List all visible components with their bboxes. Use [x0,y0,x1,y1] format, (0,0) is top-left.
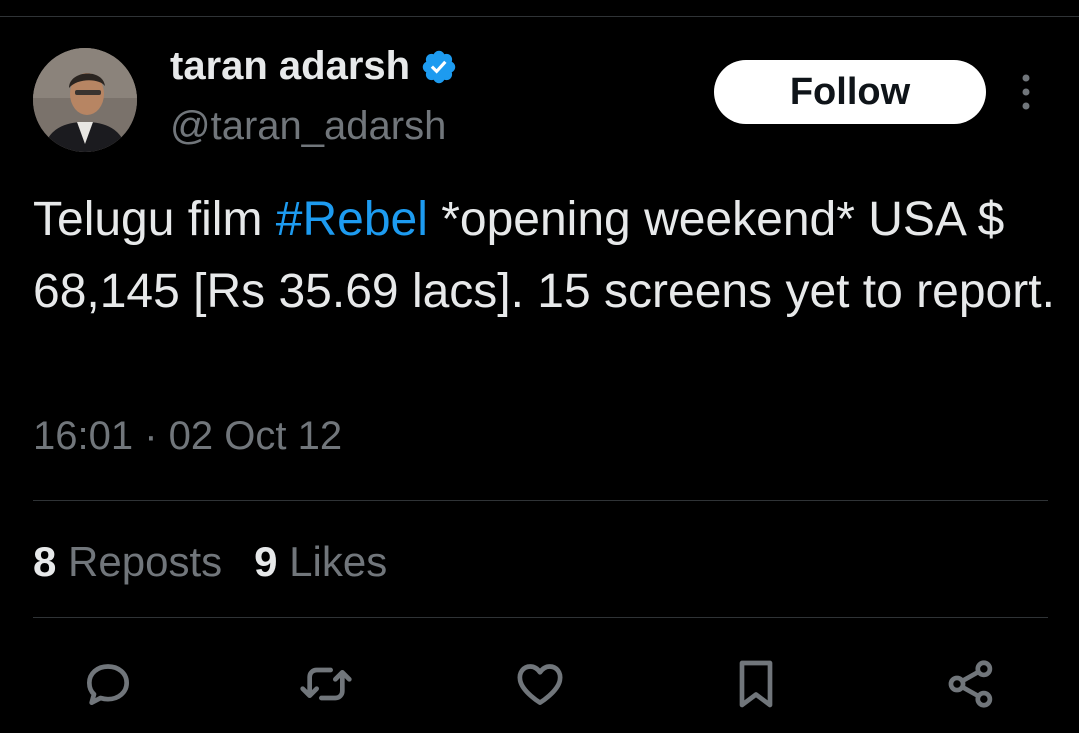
stats-divider-top [33,500,1048,501]
follow-button[interactable]: Follow [714,60,986,124]
tweet-text: Telugu film #Rebel *opening weekend* USA… [33,184,1063,328]
more-options-button[interactable] [1014,70,1038,114]
share-button[interactable] [943,656,999,712]
avatar[interactable] [33,48,137,152]
reposts-count: 8 [33,538,57,585]
likes-stat[interactable]: 9 Likes [254,538,387,586]
avatar-image [33,48,137,152]
repost-icon [300,667,352,701]
tweet-timestamp[interactable]: 16:01 · 02 Oct 12 [33,414,342,459]
bookmark-icon [739,660,773,708]
likes-count: 9 [254,538,278,585]
verified-badge-icon [422,50,456,83]
engagement-stats: 8 Reposts 9 Likes [33,538,419,586]
stats-divider-bottom [33,617,1048,618]
top-divider [0,16,1079,17]
reply-button[interactable] [80,656,136,712]
share-icon [948,660,993,708]
author-display-name[interactable]: taran adarsh [170,44,458,89]
tweet-text-start: Telugu film [33,193,276,246]
author-handle[interactable]: @taran_adarsh [170,104,446,149]
reposts-label: Reposts [68,538,223,585]
hashtag-link[interactable]: #Rebel [276,193,428,246]
heart-icon [517,664,563,705]
likes-label: Likes [289,538,388,585]
more-vertical-icon [1022,74,1030,110]
reply-icon [87,664,129,705]
bookmark-button[interactable] [728,656,784,712]
reposts-stat[interactable]: 8 Reposts [33,538,222,586]
display-name-text: taran adarsh [170,44,411,88]
repost-button[interactable] [298,656,354,712]
like-button[interactable] [512,656,568,712]
